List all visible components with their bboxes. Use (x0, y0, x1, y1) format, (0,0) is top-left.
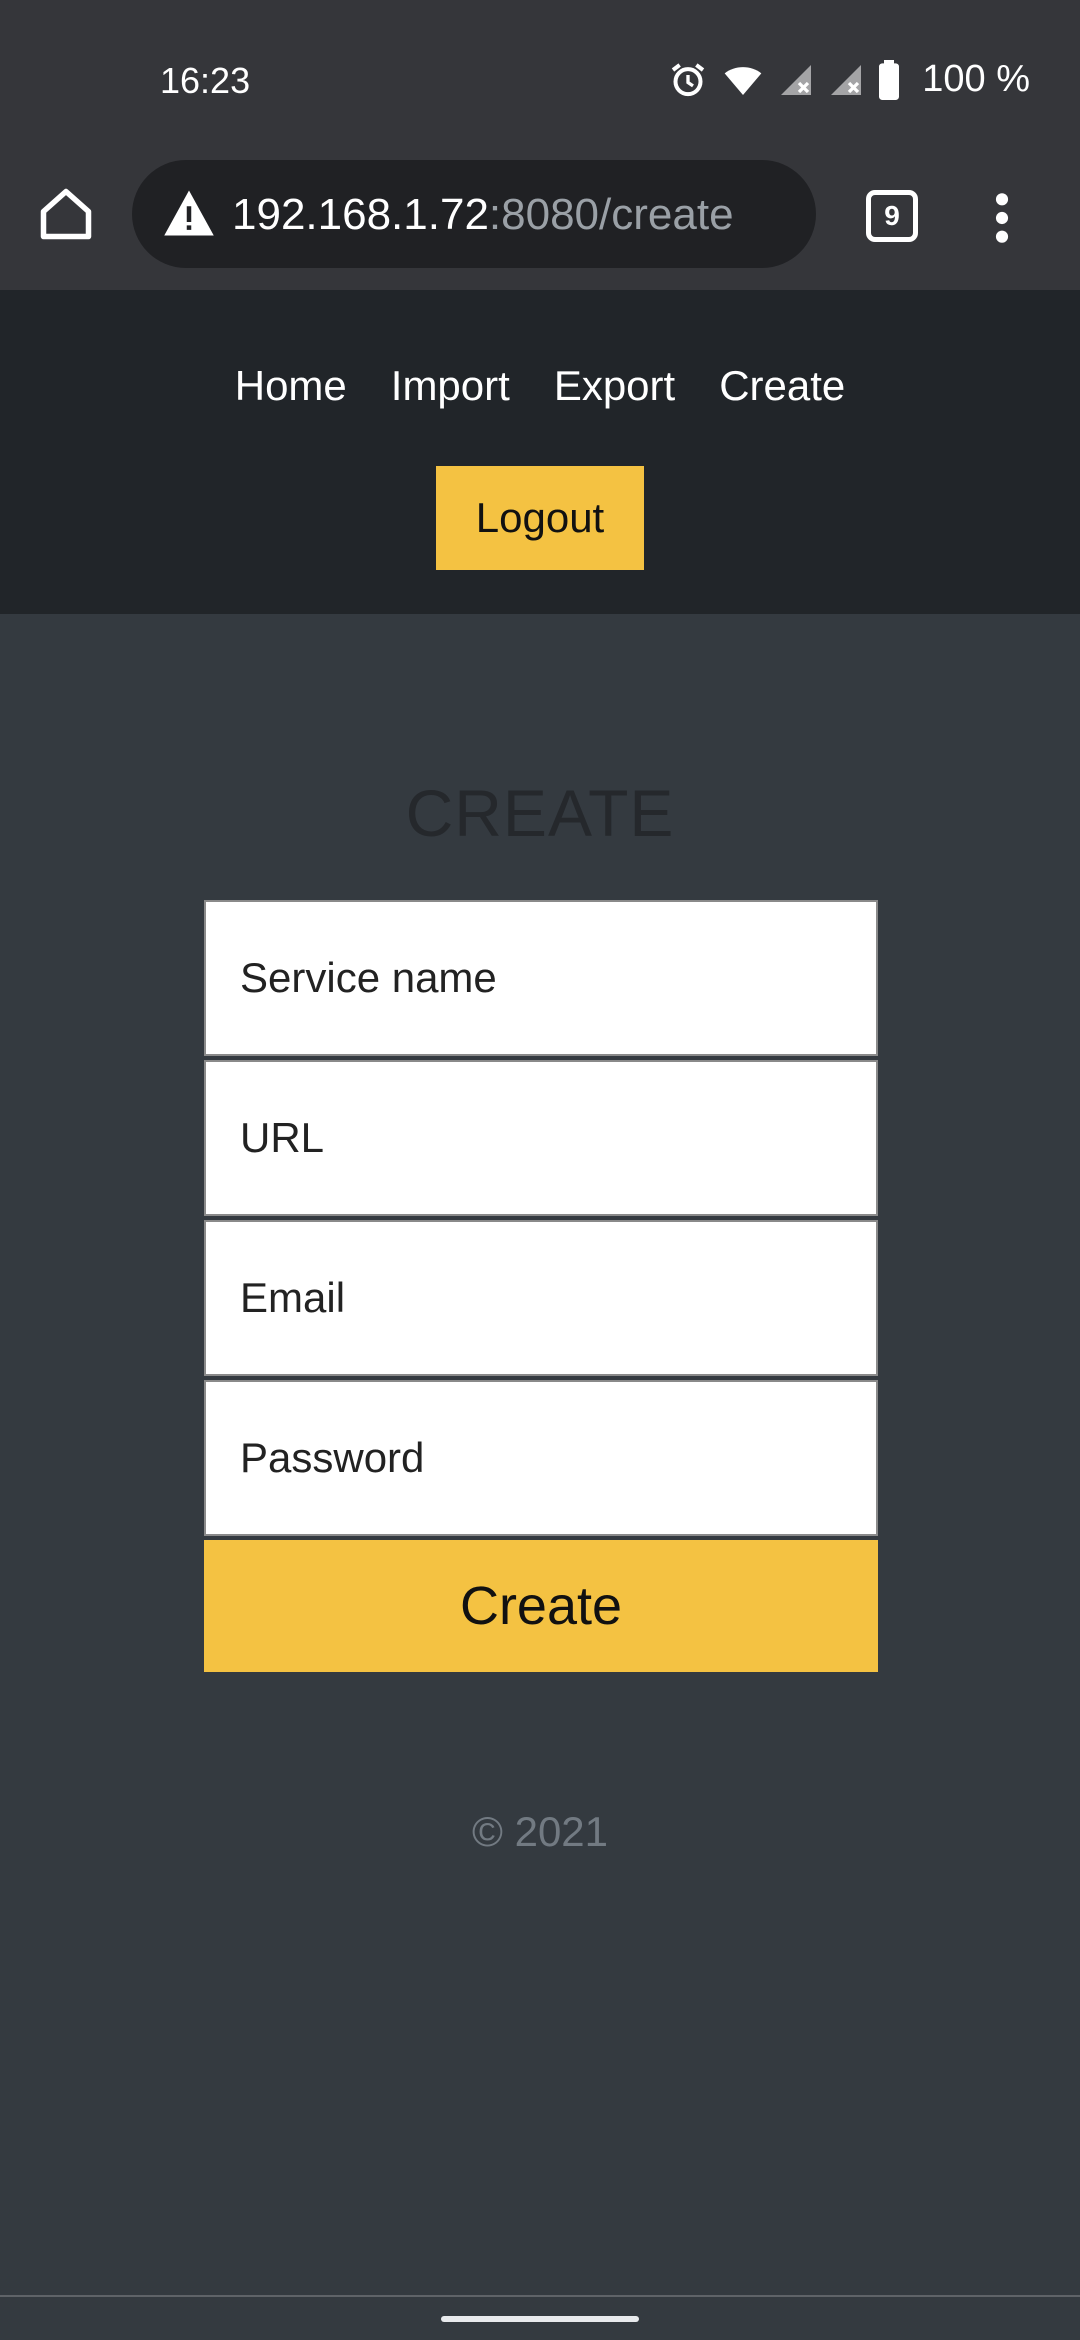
nav-link-create[interactable]: Create (719, 362, 845, 410)
tab-count: 9 (884, 200, 900, 231)
site-navbar: Home Import Export Create Logout (0, 290, 1080, 614)
address-bar[interactable]: 192.168.1.72:8080/create (132, 160, 816, 268)
gesture-handle[interactable] (441, 2316, 639, 2322)
logout-button[interactable]: Logout (436, 466, 644, 570)
more-vert-icon[interactable] (990, 190, 1014, 246)
battery-percentage: 100 % (922, 58, 1030, 100)
password-input[interactable] (204, 1380, 878, 1536)
battery-icon (878, 59, 900, 100)
nav-links: Home Import Export Create (0, 362, 1080, 410)
nav-link-export[interactable]: Export (554, 362, 675, 410)
home-icon[interactable] (36, 184, 96, 244)
status-time: 16:23 (160, 60, 251, 101)
not-secure-warning-icon[interactable] (162, 188, 216, 243)
signal-no-service-icon (778, 60, 814, 100)
browser-toolbar: 192.168.1.72:8080/create 9 (0, 160, 1080, 290)
nav-link-home[interactable]: Home (235, 362, 347, 410)
url-input[interactable] (204, 1060, 878, 1216)
url-host: 192.168.1.72 (232, 190, 489, 239)
url-text[interactable]: 192.168.1.72:8080/create (232, 190, 734, 240)
page-title: CREATE (405, 776, 675, 850)
signal-no-service-icon (828, 60, 864, 100)
footer-copyright: © 2021 (471, 1808, 609, 1855)
service-name-input[interactable] (204, 900, 878, 1056)
email-input[interactable] (204, 1220, 878, 1376)
url-path: :8080/create (488, 190, 734, 239)
create-button[interactable]: Create (204, 1540, 878, 1672)
alarm-icon (668, 60, 708, 100)
status-bar: 16:23 100 % (0, 0, 1080, 160)
wifi-icon (722, 60, 764, 100)
create-form: Create (204, 900, 878, 1672)
tabs-switcher-icon[interactable]: 9 (866, 190, 918, 242)
status-icons: 100 % (668, 58, 1030, 101)
nav-link-import[interactable]: Import (391, 362, 510, 410)
